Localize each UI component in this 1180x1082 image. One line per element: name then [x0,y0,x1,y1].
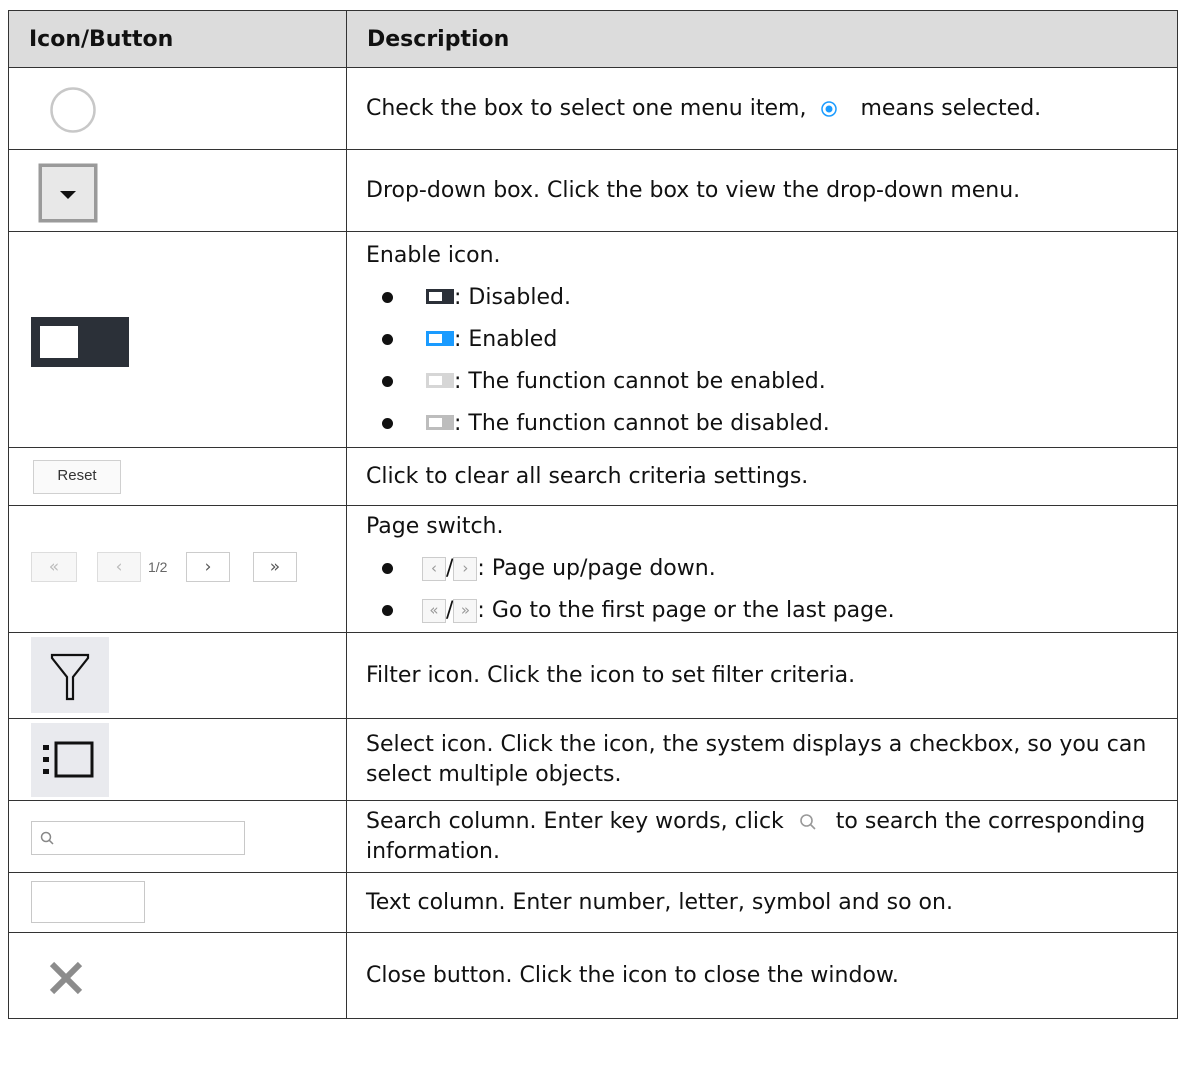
description-cell: Enable icon. : Disabled. : Enabled : The… [346,231,1178,448]
table-row: Text column. Enter number, letter, symbo… [8,872,1178,933]
icon-cell: Reset [8,447,347,506]
close-icon[interactable] [49,961,83,995]
toggle-switch-icon[interactable] [31,317,129,367]
table-row: Reset Click to clear all search criteria… [8,447,1178,506]
toggle-disabled-icon [426,288,454,304]
description-cell: Text column. Enter number, letter, symbo… [346,872,1178,933]
search-input[interactable] [31,821,245,855]
table-row: Enable icon. : Disabled. : Enabled : The… [8,231,1178,448]
first-page-icon: « [422,599,446,623]
toggle-cannot-enable-icon [426,372,454,388]
table-row: Drop-down box. Click the box to view the… [8,149,1178,232]
table-row: Search column. Enter key words, click to… [8,800,1178,873]
description-cell: Filter icon. Click the icon to set filte… [346,632,1178,719]
list-item: : Disabled. [366,277,1177,319]
header-description: Description [346,10,1178,68]
table-row: « ‹ 1/2 › » Page switch. ‹ / ›: Page up/pa… [8,505,1178,633]
table-row: Select icon. Click the icon, the system … [8,718,1178,801]
table-row: Check the box to select one menu item, m… [8,67,1178,150]
toggle-enabled-icon [426,330,454,346]
radio-selected-icon [821,100,838,117]
search-icon [799,813,816,830]
list-item: «/»: Go to the first page or the last pa… [366,590,1177,632]
first-page-button[interactable]: « [31,552,77,582]
last-page-icon: » [453,599,478,623]
list-item: : Enabled [366,319,1177,361]
description-cell: Check the box to select one menu item, m… [346,67,1178,150]
icon-cell [8,872,347,933]
table-row: Filter icon. Click the icon to set filte… [8,632,1178,719]
icon-cell [8,932,347,1019]
description-cell: Select icon. Click the icon, the system … [346,718,1178,801]
description-cell: Drop-down box. Click the box to view the… [346,149,1178,232]
description-cell: Click to clear all search criteria setti… [346,447,1178,506]
radio-button-icon[interactable] [49,86,97,134]
list-item: ‹ / ›: Page up/page down. [366,548,1177,590]
dropdown-arrow-icon[interactable] [37,162,99,224]
icon-cell [8,149,347,232]
icon-cell: « ‹ 1/2 › » [8,505,347,633]
icon-cell [8,718,347,801]
reset-button[interactable]: Reset [33,460,121,494]
table-row: Close button. Click the icon to close th… [8,932,1178,1019]
list-item: : The function cannot be enabled. [366,361,1177,403]
icon-button-table: Icon/Button Description Check the box to… [8,10,1178,1019]
list-item: : The function cannot be disabled. [366,403,1177,445]
header-icon-button: Icon/Button [8,10,347,68]
icon-cell [8,800,347,873]
icon-cell [8,67,347,150]
text-input[interactable] [31,881,145,923]
page-indicator: 1/2 [148,559,168,575]
description-cell: Search column. Enter key words, click to… [346,800,1178,873]
toggle-knob [40,326,78,358]
description-cell: Page switch. ‹ / ›: Page up/page down. «/»… [346,505,1178,633]
description-cell: Close button. Click the icon to close th… [346,932,1178,1019]
prev-page-icon: ‹ [422,557,446,581]
icon-cell [8,231,347,448]
next-page-icon: › [453,557,478,581]
last-page-button[interactable]: » [253,552,297,582]
filter-icon[interactable] [31,637,109,713]
icon-cell [8,632,347,719]
toggle-cannot-disable-icon [426,414,454,430]
next-page-button[interactable]: › [186,552,230,582]
search-icon [40,831,54,845]
prev-page-button[interactable]: ‹ [97,552,141,582]
select-icon[interactable] [31,723,109,797]
table-header-row: Icon/Button Description [8,10,1178,68]
